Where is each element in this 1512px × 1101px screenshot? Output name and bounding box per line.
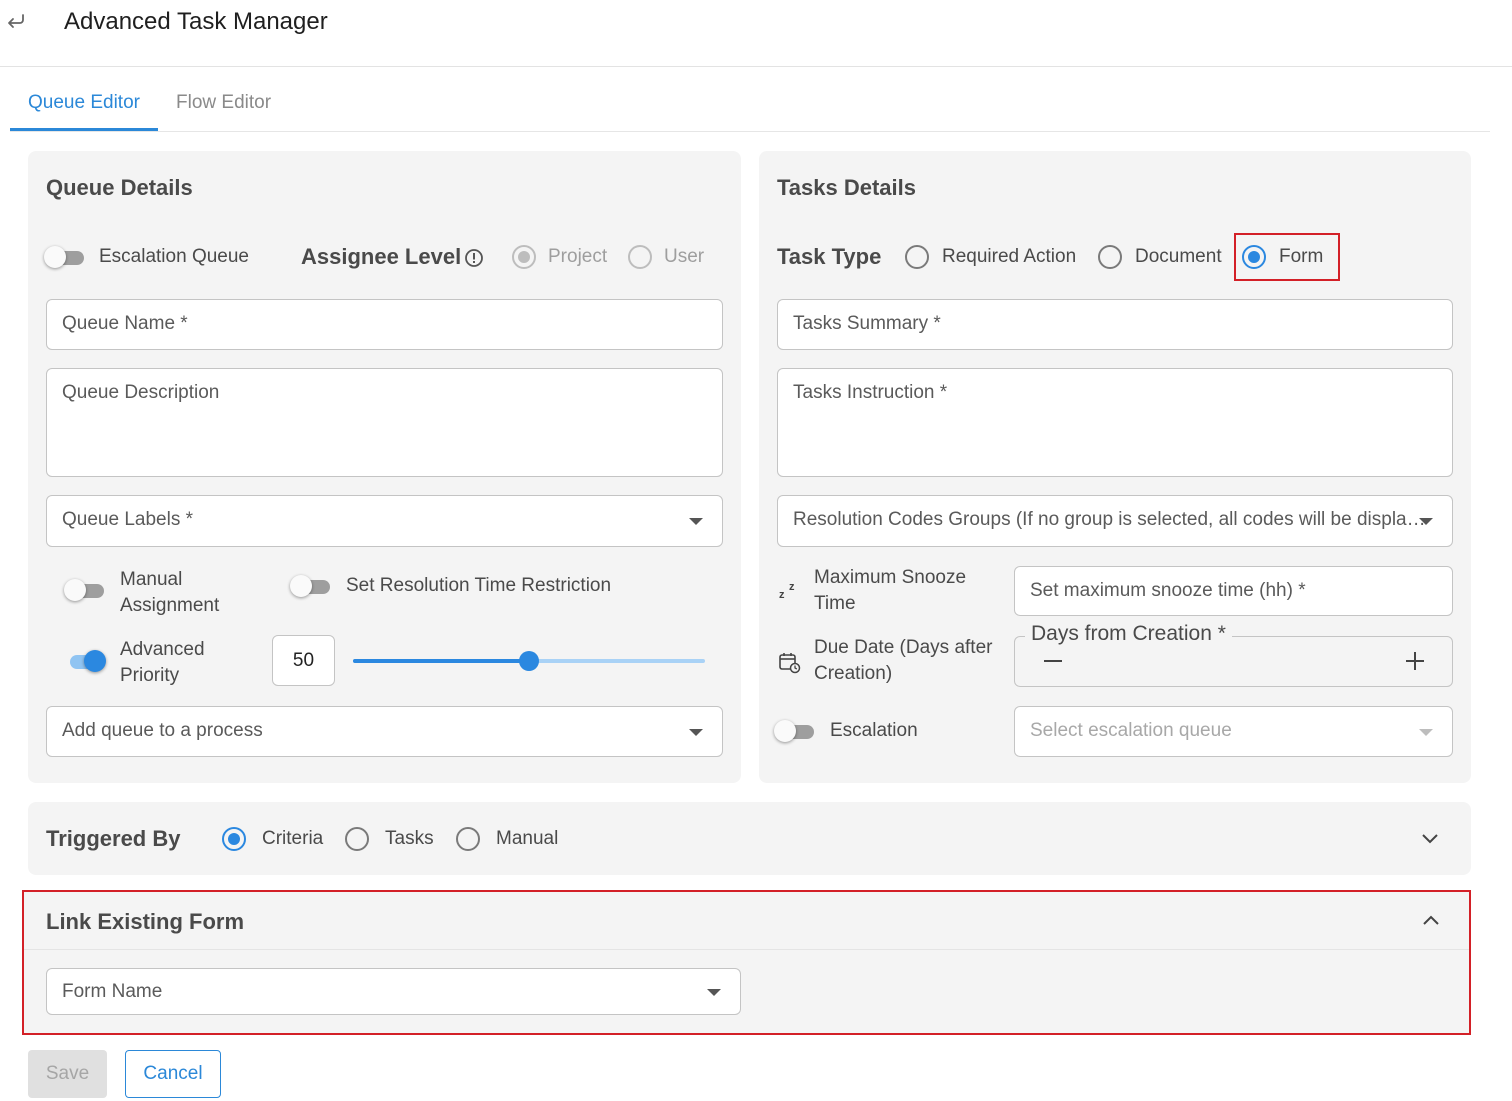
task-type-required-action-radio[interactable]: [905, 245, 929, 269]
escalation-queue-toggle[interactable]: [44, 246, 86, 268]
chevron-down-icon: [1419, 729, 1433, 736]
priority-value-input[interactable]: 50: [272, 635, 335, 686]
add-process-select[interactable]: Add queue to a process: [46, 706, 723, 757]
priority-slider-fill: [353, 659, 529, 663]
advanced-priority-toggle[interactable]: [64, 650, 106, 672]
assignee-level-label: Assignee Level: [301, 244, 462, 269]
resolution-time-toggle[interactable]: [290, 575, 332, 597]
link-form-title: Link Existing Form: [46, 909, 245, 934]
minus-icon[interactable]: [1043, 651, 1063, 671]
plus-icon[interactable]: [1405, 651, 1425, 671]
chevron-down-icon: [707, 989, 721, 996]
tabs-divider: [10, 131, 1490, 132]
assignee-user-radio[interactable]: [628, 245, 652, 269]
chevron-down-icon: [689, 729, 703, 736]
trigger-manual-label: Manual: [496, 828, 559, 849]
due-date-label: Due Date (Days after Creation): [814, 637, 993, 684]
max-snooze-placeholder: Set maximum snooze time (hh) *: [1030, 580, 1306, 601]
chevron-up-icon[interactable]: [1421, 911, 1441, 931]
chevron-down-icon: [689, 518, 703, 525]
back-arrow-icon[interactable]: [4, 8, 28, 32]
task-type-document-label: Document: [1135, 246, 1222, 267]
resolution-time-label: Set Resolution Time Restriction: [346, 575, 612, 596]
assignee-user-label: User: [664, 246, 705, 267]
calendar-icon: [777, 650, 801, 674]
queue-description-textarea[interactable]: Queue Description: [46, 368, 723, 477]
form-name-placeholder: Form Name: [62, 981, 163, 1002]
link-form-divider: [24, 949, 1469, 950]
task-type-required-action-label: Required Action: [942, 246, 1077, 267]
task-type-document-radio[interactable]: [1098, 245, 1122, 269]
tasks-instruction-textarea[interactable]: Tasks Instruction *: [777, 368, 1453, 477]
priority-slider-thumb[interactable]: [519, 651, 539, 671]
triggered-by-panel[interactable]: Triggered By Criteria Tasks Manual: [28, 802, 1471, 875]
queue-name-placeholder: Queue Name *: [62, 313, 188, 334]
days-from-creation-label: Days from Creation *: [1025, 622, 1232, 646]
tasks-summary-input[interactable]: Tasks Summary *: [777, 299, 1453, 350]
cancel-button[interactable]: Cancel: [125, 1050, 221, 1098]
triggered-by-title: Triggered By: [46, 826, 181, 851]
tab-queue-editor[interactable]: Queue Editor: [28, 92, 140, 114]
trigger-criteria-radio[interactable]: [222, 827, 246, 851]
link-existing-form-panel: Link Existing Form Form Name: [22, 890, 1471, 1035]
escalation-toggle[interactable]: [774, 720, 816, 742]
task-type-label: Task Type: [777, 244, 882, 269]
svg-text:z: z: [789, 581, 795, 593]
tasks-summary-placeholder: Tasks Summary *: [793, 313, 941, 334]
escalation-label: Escalation: [830, 720, 918, 741]
tasks-details-panel: Tasks Details Task Type Required Action …: [759, 151, 1471, 783]
save-button[interactable]: Save: [28, 1050, 107, 1098]
assignee-project-radio[interactable]: [512, 245, 536, 269]
trigger-tasks-radio[interactable]: [345, 827, 369, 851]
escalation-queue-select[interactable]: Select escalation queue: [1014, 706, 1453, 757]
max-snooze-label: Maximum Snooze Time: [814, 567, 967, 614]
manual-assignment-toggle[interactable]: [64, 579, 106, 601]
header-divider: [0, 66, 1512, 67]
chevron-down-icon: [1419, 518, 1433, 525]
queue-details-panel: Queue Details Escalation Queue Assignee …: [28, 151, 741, 783]
priority-value: 50: [292, 650, 315, 671]
queue-details-title: Queue Details: [46, 175, 193, 200]
resolution-codes-placeholder: Resolution Codes Groups (If no group is …: [793, 509, 1426, 530]
manual-assignment-label: Manual Assignment: [120, 569, 220, 616]
advanced-priority-label: Advanced Priority: [120, 639, 205, 686]
info-icon[interactable]: [464, 248, 484, 268]
svg-text:z: z: [779, 589, 785, 601]
tab-flow-editor[interactable]: Flow Editor: [176, 92, 271, 114]
add-process-placeholder: Add queue to a process: [62, 720, 263, 741]
chevron-down-icon[interactable]: [1420, 828, 1440, 848]
form-name-select[interactable]: Form Name: [46, 968, 741, 1015]
queue-labels-placeholder: Queue Labels *: [62, 509, 193, 530]
task-type-form-radio[interactable]: [1242, 245, 1266, 269]
queue-description-placeholder: Queue Description: [62, 382, 220, 403]
app-title: Advanced Task Manager: [64, 8, 328, 35]
trigger-criteria-label: Criteria: [262, 828, 324, 849]
tasks-details-title: Tasks Details: [777, 175, 917, 200]
tasks-instruction-placeholder: Tasks Instruction *: [793, 382, 948, 403]
snooze-icon: zz: [778, 579, 800, 601]
queue-name-input[interactable]: Queue Name *: [46, 299, 723, 350]
task-type-form-label: Form: [1279, 246, 1324, 267]
escalation-queue-placeholder: Select escalation queue: [1030, 720, 1232, 741]
resolution-codes-select[interactable]: Resolution Codes Groups (If no group is …: [777, 495, 1453, 547]
max-snooze-input[interactable]: Set maximum snooze time (hh) *: [1014, 566, 1453, 616]
escalation-queue-label: Escalation Queue: [99, 246, 249, 267]
trigger-tasks-label: Tasks: [385, 828, 434, 849]
days-from-creation-stepper[interactable]: Days from Creation *: [1014, 622, 1453, 687]
active-tab-indicator: [10, 128, 158, 131]
trigger-manual-radio[interactable]: [456, 827, 480, 851]
assignee-project-label: Project: [548, 246, 608, 267]
queue-labels-select[interactable]: Queue Labels *: [46, 495, 723, 547]
